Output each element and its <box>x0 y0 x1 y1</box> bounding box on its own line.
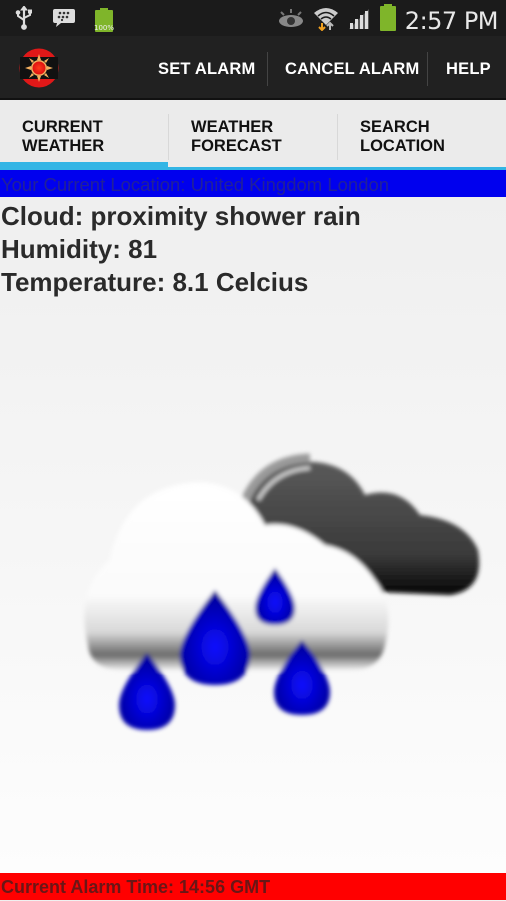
tab-search-location[interactable]: SEARCH LOCATION <box>338 100 506 170</box>
signal-icon <box>347 7 371 34</box>
bbm-chat-icon <box>52 7 76 34</box>
eye-icon <box>277 8 305 33</box>
status-bar: 100% 2:57 PM <box>0 0 506 36</box>
usb-icon <box>14 5 34 35</box>
cancel-alarm-button[interactable]: CANCEL ALARM <box>285 36 419 100</box>
action-divider <box>427 52 428 86</box>
current-location-banner: Your Current Location: United Kingdom Lo… <box>0 170 506 197</box>
battery-full-icon: 100% <box>94 7 115 34</box>
action-bar: SET ALARM CANCEL ALARM HELP <box>0 36 506 100</box>
cloud-condition-text: Cloud: proximity shower rain <box>1 201 361 231</box>
current-alarm-banner: Current Alarm Time: 14:56 GMT <box>0 873 506 900</box>
help-button[interactable]: HELP <box>446 36 491 100</box>
action-divider <box>267 52 268 86</box>
clock: 2:57 PM <box>404 6 499 35</box>
current-weather-panel: Cloud: proximity shower rain Humidity: 8… <box>0 197 506 873</box>
humidity-text: Humidity: 81 <box>1 234 158 264</box>
selected-tab-indicator <box>0 162 168 170</box>
tab-label: SEARCH LOCATION <box>360 118 445 155</box>
set-alarm-button[interactable]: SET ALARM <box>158 36 255 100</box>
tab-bar: CURRENT WEATHER WEATHER FORECAST SEARCH … <box>0 100 506 170</box>
temperature-text: Temperature: 8.1 Celcius <box>1 267 309 297</box>
app-logo-sun-icon[interactable] <box>19 48 59 88</box>
shower-rain-cloud-icon <box>80 440 490 740</box>
battery-icon <box>379 4 397 37</box>
battery-percent-label: 100% <box>94 23 115 32</box>
tab-label: WEATHER FORECAST <box>191 118 282 155</box>
tab-weather-forecast[interactable]: WEATHER FORECAST <box>169 100 337 170</box>
tab-label: CURRENT WEATHER <box>22 118 105 155</box>
tab-current-weather[interactable]: CURRENT WEATHER <box>0 100 168 170</box>
wifi-icon <box>313 5 339 36</box>
